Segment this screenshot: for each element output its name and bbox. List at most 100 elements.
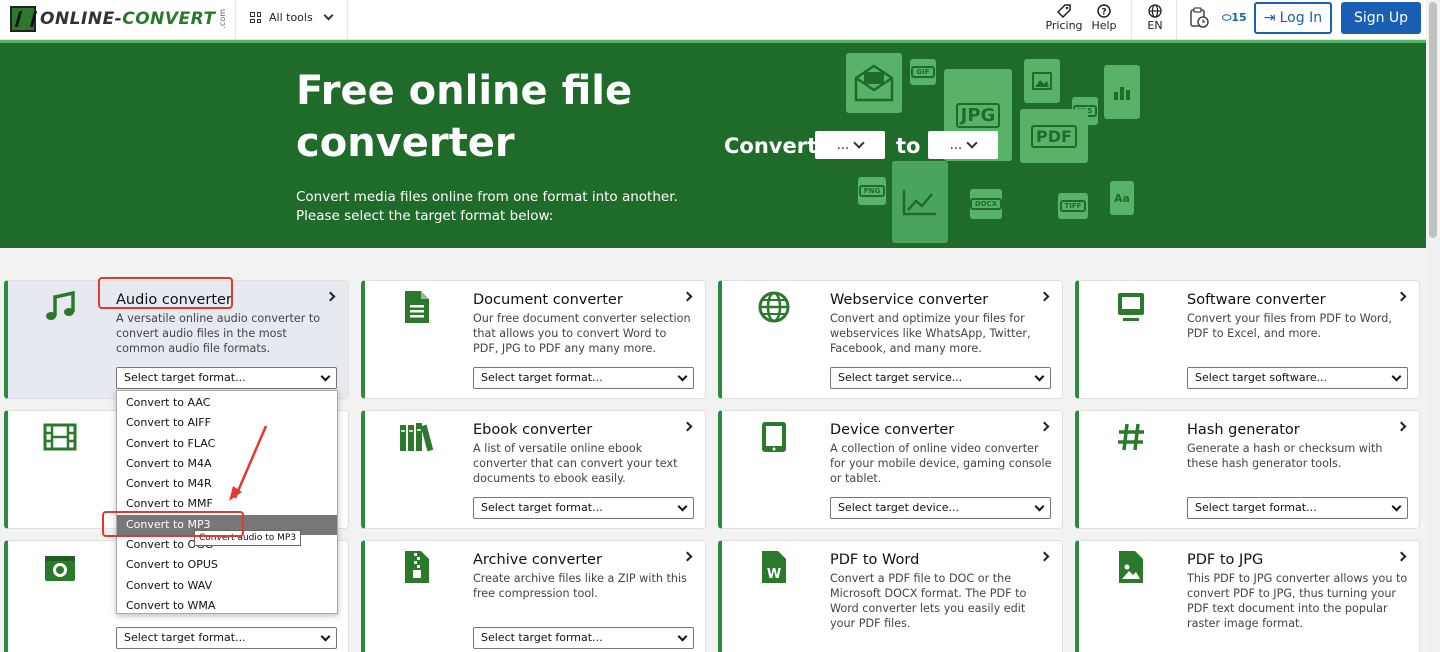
png-file-icon: PNG: [858, 177, 886, 205]
language-label: EN: [1147, 19, 1163, 32]
image-file-icon: [1024, 59, 1060, 103]
gif-label: GIF: [911, 66, 935, 78]
card-title[interactable]: Ebook converter: [473, 422, 592, 438]
dropdown-option[interactable]: Convert to AAC: [117, 393, 337, 413]
card-title[interactable]: Webservice converter: [830, 292, 988, 308]
card-title[interactable]: Archive converter: [473, 552, 602, 568]
pricing-link[interactable]: Pricing: [1044, 3, 1084, 32]
chevron-right-icon[interactable]: [325, 291, 336, 302]
card-archive-converter[interactable]: Archive converter Create archive files l…: [361, 540, 706, 652]
card-pdf-to-word[interactable]: W PDF to Word Convert a PDF file to DOC …: [718, 540, 1063, 652]
word-file-icon: W: [756, 549, 792, 585]
card-hash-generator[interactable]: Hash generator Generate a hash or checks…: [1075, 410, 1420, 529]
card-title[interactable]: PDF to Word: [830, 552, 919, 568]
chevron-right-icon[interactable]: [682, 551, 693, 562]
document-format-select[interactable]: Select target format...: [473, 367, 694, 389]
card-device-converter[interactable]: Device converter A collection of online …: [718, 410, 1063, 529]
webservice-select[interactable]: Select target service...: [830, 367, 1051, 389]
chevron-right-icon[interactable]: [1039, 551, 1050, 562]
dropdown-option[interactable]: Convert to AIFF: [117, 413, 337, 433]
help-link[interactable]: ? Help: [1088, 3, 1120, 32]
audio-format-select[interactable]: Select target format...: [116, 367, 337, 389]
envelope-file-icon: [846, 53, 902, 113]
page-scrollbar[interactable]: [1426, 0, 1440, 652]
monitor-icon: [1113, 289, 1149, 325]
sign-in-icon: ⇥: [1263, 10, 1276, 26]
chevron-down-icon: [966, 137, 978, 149]
image-format-select[interactable]: Select target format...: [116, 627, 337, 649]
chevron-right-icon[interactable]: [682, 421, 693, 432]
all-tools-menu[interactable]: All tools: [250, 10, 334, 24]
docx-file-icon: DOCX: [969, 189, 1003, 219]
scrollbar-thumb[interactable]: [1429, 2, 1437, 238]
card-software-converter[interactable]: Software converter Convert your files fr…: [1075, 280, 1420, 399]
hero-banner: Free online file converter Convert media…: [0, 40, 1426, 248]
card-title[interactable]: Device converter: [830, 422, 954, 438]
hash-icon: [1113, 419, 1149, 455]
docx-label: DOCX: [969, 198, 1003, 210]
card-ebook-converter[interactable]: Ebook converter A list of versatile onli…: [361, 410, 706, 529]
pdf-label: PDF: [1031, 124, 1077, 148]
globe-icon: [1142, 3, 1168, 19]
gif-file-icon: GIF: [910, 59, 936, 85]
signup-button[interactable]: Sign Up: [1341, 2, 1421, 34]
logo-com: .com: [217, 9, 227, 29]
card-description: A list of versatile online ebook convert…: [473, 442, 678, 485]
question-circle-icon: ?: [1088, 3, 1120, 19]
globe-icon: [756, 289, 792, 325]
archive-format-select[interactable]: Select target format...: [473, 627, 694, 649]
card-description: A versatile online audio converter to co…: [116, 312, 321, 355]
dropdown-option[interactable]: Convert to M4R: [117, 474, 337, 494]
hash-format-select[interactable]: Select target format...: [1187, 497, 1408, 519]
chevron-right-icon[interactable]: [1396, 421, 1407, 432]
logo-text-online: ONLINE-: [40, 9, 123, 29]
font-label: Aa: [1114, 191, 1130, 205]
credits-value: 15: [1231, 11, 1247, 24]
all-tools-label: All tools: [269, 11, 313, 24]
card-title[interactable]: Document converter: [473, 292, 623, 308]
history-button[interactable]: [1186, 6, 1212, 30]
card-description: Convert a PDF file to DOC or the Microso…: [830, 572, 1027, 630]
card-pdf-to-jpg[interactable]: PDF to JPG This PDF to JPG converter all…: [1075, 540, 1420, 652]
dropdown-option[interactable]: Convert to WMA: [117, 596, 337, 616]
dropdown-option[interactable]: Convert to FLAC: [117, 434, 337, 454]
dropdown-option[interactable]: Convert to OPUS: [117, 555, 337, 575]
card-webservice-converter[interactable]: Webservice converter Convert and optimiz…: [718, 280, 1063, 399]
card-title[interactable]: Software converter: [1187, 292, 1326, 308]
target-format-select[interactable]: ...: [928, 131, 998, 159]
ebook-format-select[interactable]: Select target format...: [473, 497, 694, 519]
login-label: Log In: [1279, 10, 1323, 26]
png-label: PNG: [858, 185, 886, 197]
chevron-right-icon[interactable]: [1396, 291, 1407, 302]
card-title[interactable]: Hash generator: [1187, 422, 1300, 438]
chevron-right-icon[interactable]: [1039, 291, 1050, 302]
tag-icon: [1044, 3, 1084, 19]
page-title: Free online file converter: [296, 68, 633, 166]
chevron-right-icon[interactable]: [1396, 551, 1407, 562]
chevron-right-icon[interactable]: [682, 291, 693, 302]
card-description: This PDF to JPG converter allows you to …: [1187, 572, 1408, 630]
card-document-converter[interactable]: Document converter Our free document con…: [361, 280, 706, 399]
tiff-file-icon: TIFF: [1058, 193, 1088, 219]
software-select[interactable]: Select target software...: [1187, 367, 1408, 389]
top-navigation-bar: ONLINE-CONVERT .com All tools Pricing ? …: [0, 0, 1426, 40]
zip-file-icon: [399, 549, 435, 585]
dropdown-option[interactable]: Convert to WAV: [117, 576, 337, 596]
svg-text:W: W: [767, 567, 781, 582]
card-description: Our free document converter selection th…: [473, 312, 691, 355]
jpg-label: JPG: [955, 102, 1001, 128]
device-select[interactable]: Select target device...: [830, 497, 1051, 519]
login-button[interactable]: ⇥ Log In: [1254, 2, 1332, 34]
site-logo[interactable]: ONLINE-CONVERT .com: [10, 6, 227, 32]
logo-text-convert: CONVERT: [122, 9, 216, 29]
chevron-right-icon[interactable]: [1039, 421, 1050, 432]
credits-counter[interactable]: ⬭15: [1222, 11, 1247, 25]
chevron-down-icon: [853, 137, 865, 149]
chart-line-file-icon: [892, 161, 948, 243]
language-selector[interactable]: EN: [1142, 3, 1168, 32]
card-title[interactable]: PDF to JPG: [1187, 552, 1263, 568]
dropdown-option[interactable]: Convert to M4A: [117, 454, 337, 474]
source-format-select[interactable]: ...: [815, 131, 885, 159]
card-description: Convert and optimize your files for webs…: [830, 312, 1031, 355]
film-icon: [42, 419, 78, 455]
